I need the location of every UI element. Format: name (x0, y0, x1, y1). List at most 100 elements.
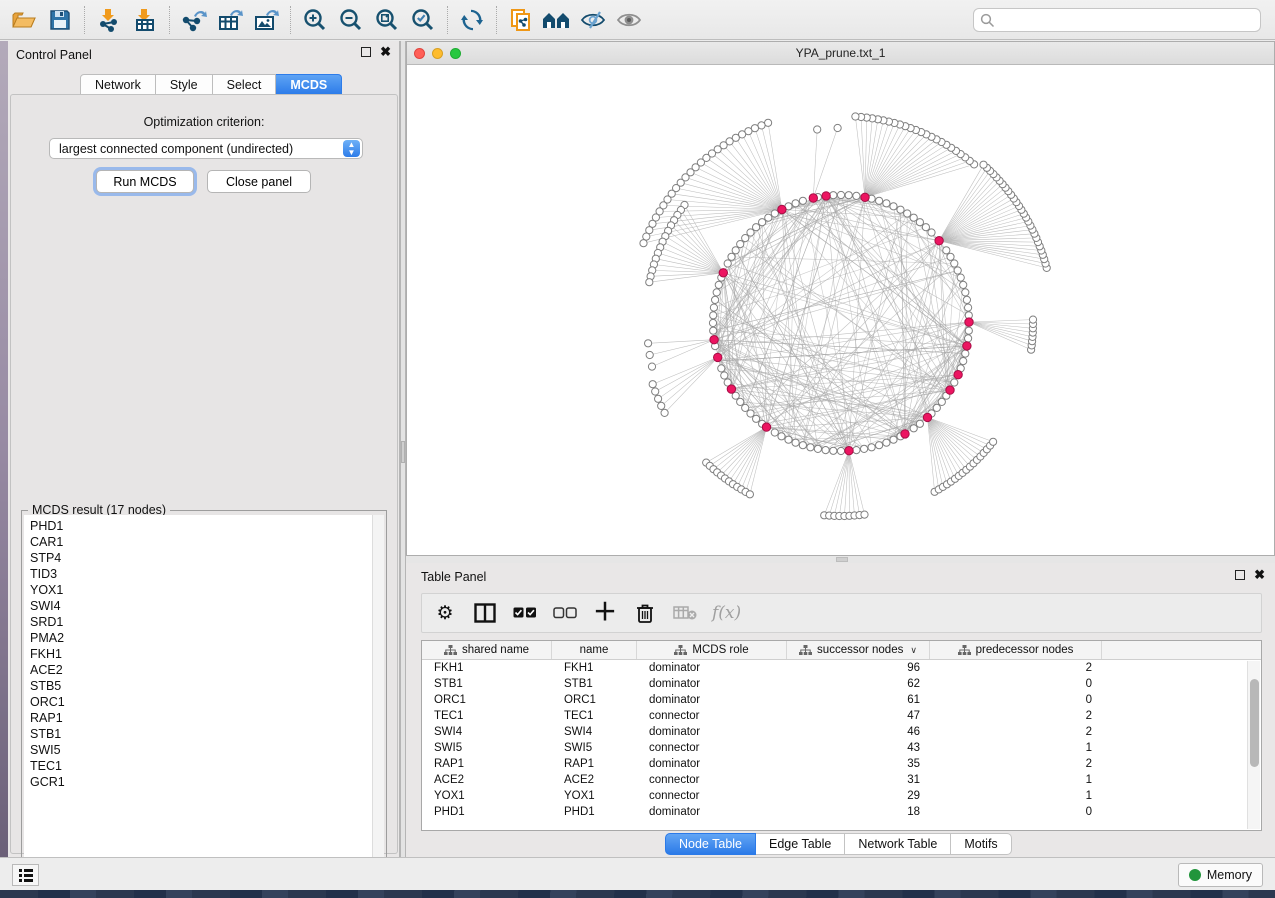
mcds-list-item[interactable]: ORC1 (30, 694, 373, 710)
import-network-button[interactable] (91, 4, 127, 36)
ring-node[interactable] (890, 203, 897, 210)
ring-node[interactable] (922, 224, 929, 231)
ring-node[interactable] (837, 191, 844, 198)
ring-node[interactable] (845, 192, 852, 199)
ring-node[interactable] (830, 447, 837, 454)
memory-button[interactable]: Memory (1178, 863, 1263, 887)
mcds-hub-node[interactable] (923, 413, 931, 421)
table-row[interactable]: FKH1FKH1dominator962 (422, 660, 1261, 676)
save-session-button[interactable] (42, 4, 78, 36)
leaf-node[interactable] (661, 409, 668, 416)
ring-node[interactable] (938, 398, 945, 405)
ring-node[interactable] (732, 247, 739, 254)
ring-node[interactable] (721, 372, 728, 379)
search-field[interactable] (973, 8, 1261, 32)
mcds-list-item[interactable]: GCR1 (30, 774, 373, 790)
mcds-hub-node[interactable] (778, 205, 786, 213)
mcds-hub-node[interactable] (845, 447, 853, 455)
mcds-list-item[interactable]: TID3 (30, 566, 373, 582)
ring-node[interactable] (807, 444, 814, 451)
ring-node[interactable] (910, 214, 917, 221)
mcds-list-item[interactable]: FKH1 (30, 646, 373, 662)
ring-node[interactable] (753, 224, 760, 231)
ring-node[interactable] (883, 200, 890, 207)
table-row[interactable]: TEC1TEC1connector472 (422, 708, 1261, 724)
column-header-predecessor-nodes[interactable]: predecessor nodes (930, 641, 1102, 659)
close-panel-icon[interactable]: ✖ (380, 47, 391, 57)
table-scrollbar[interactable] (1247, 661, 1260, 829)
ring-node[interactable] (742, 404, 749, 411)
leaf-node[interactable] (852, 113, 859, 120)
tab-select[interactable]: Select (213, 74, 277, 95)
tab-motifs[interactable]: Motifs (951, 833, 1011, 855)
mcds-result-list[interactable]: PHD1CAR1STP4TID3YOX1SWI4SRD1PMA2FKH1ACE2… (24, 515, 374, 879)
column-header-shared-name[interactable]: shared name (422, 641, 552, 659)
task-history-button[interactable] (12, 864, 39, 886)
import-table-button[interactable] (127, 4, 163, 36)
table-options-button[interactable]: ⚙ (432, 598, 458, 628)
mcds-list-item[interactable]: ACE2 (30, 662, 373, 678)
mcds-hub-node[interactable] (861, 193, 869, 201)
tab-mcds[interactable]: MCDS (276, 74, 342, 95)
zoom-out-button[interactable] (333, 4, 369, 36)
table-row[interactable]: YOX1YOX1connector291 (422, 788, 1261, 804)
ring-node[interactable] (928, 229, 935, 236)
ring-node[interactable] (771, 210, 778, 217)
leaf-node[interactable] (655, 395, 662, 402)
tab-edge-table[interactable]: Edge Table (756, 833, 845, 855)
ring-node[interactable] (759, 219, 766, 226)
ring-node[interactable] (853, 192, 860, 199)
ring-node[interactable] (737, 241, 744, 248)
tab-network-table[interactable]: Network Table (845, 833, 951, 855)
ring-node[interactable] (737, 398, 744, 405)
ring-node[interactable] (954, 267, 961, 274)
ring-node[interactable] (876, 442, 883, 449)
search-input[interactable] (999, 10, 1254, 30)
leaf-node[interactable] (646, 351, 653, 358)
select-all-button[interactable] (512, 598, 538, 628)
delete-column-button[interactable] (632, 598, 658, 628)
ring-node[interactable] (792, 200, 799, 207)
ring-node[interactable] (916, 219, 923, 226)
ring-node[interactable] (965, 304, 972, 311)
mcds-hub-node[interactable] (822, 192, 830, 200)
ring-node[interactable] (712, 296, 719, 303)
ring-node[interactable] (771, 429, 778, 436)
scrollbar-thumb[interactable] (1250, 679, 1259, 767)
horizontal-splitter[interactable] (406, 556, 1275, 563)
deselect-all-button[interactable] (552, 598, 578, 628)
ring-node[interactable] (715, 281, 722, 288)
float-panel-icon[interactable] (361, 47, 371, 57)
leaf-node[interactable] (861, 511, 868, 518)
ring-node[interactable] (861, 445, 868, 452)
mcds-list-item[interactable]: PHD1 (30, 518, 373, 534)
close-panel-icon[interactable]: ✖ (1254, 570, 1265, 580)
table-row[interactable]: RAP1RAP1dominator352 (422, 756, 1261, 772)
table-row[interactable]: STB1STB1dominator620 (422, 676, 1261, 692)
mcds-list-item[interactable]: SWI4 (30, 598, 373, 614)
ring-node[interactable] (957, 274, 964, 281)
ring-node[interactable] (883, 439, 890, 446)
column-header-name[interactable]: name (552, 641, 637, 659)
mcds-list-item[interactable]: PMA2 (30, 630, 373, 646)
mcds-hub-node[interactable] (762, 423, 770, 431)
mcds-hub-node[interactable] (710, 336, 718, 344)
mcds-hub-node[interactable] (809, 194, 817, 202)
mcds-hub-node[interactable] (963, 342, 971, 350)
ring-node[interactable] (951, 260, 958, 267)
splitter-grip[interactable] (401, 441, 405, 463)
ring-node[interactable] (710, 312, 717, 319)
duplicate-network-button[interactable] (503, 4, 539, 36)
ring-node[interactable] (947, 253, 954, 260)
ring-node[interactable] (742, 235, 749, 242)
leaf-node[interactable] (658, 402, 665, 409)
table-row[interactable]: ORC1ORC1dominator610 (422, 692, 1261, 708)
export-network-button[interactable] (176, 4, 212, 36)
export-table-button[interactable] (212, 4, 248, 36)
leaf-node[interactable] (645, 340, 652, 347)
ring-node[interactable] (792, 439, 799, 446)
network-canvas[interactable] (407, 65, 1274, 555)
table-row[interactable]: PHD1PHD1dominator180 (422, 804, 1261, 820)
mcds-list-item[interactable]: STB1 (30, 726, 373, 742)
ring-node[interactable] (753, 415, 760, 422)
